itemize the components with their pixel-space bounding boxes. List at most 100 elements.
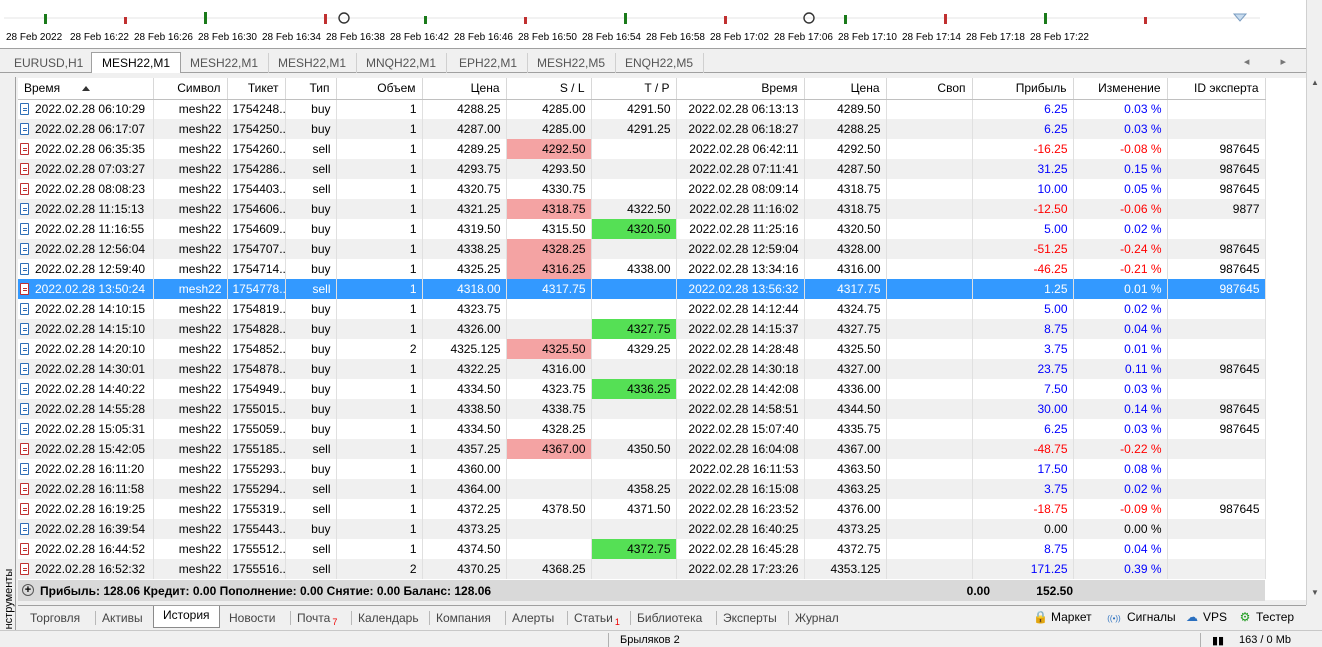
table-row[interactable]: 2022.02.28 14:30:01 mesh22 1754878... buy 1 4… (18, 359, 1266, 379)
chart-tab[interactable]: ENQH22,M5 (615, 53, 705, 73)
table-row[interactable]: 2022.02.28 16:11:58 mesh22 1755294... sell 1… (18, 479, 1266, 499)
expand-summary-icon[interactable]: + (22, 584, 34, 596)
cell-ticket: 1755443... (227, 519, 286, 539)
toolbox-tab[interactable]: Компания (436, 608, 491, 630)
tool-button[interactable]: 🔒 Маркет (1033, 610, 1092, 624)
cell-tp: 4336.25 (591, 379, 677, 399)
vertical-scrollbar[interactable]: ▲ ▼ (1306, 0, 1322, 605)
column-header[interactable]: ID эксперта (1167, 78, 1266, 100)
toolbox-tab[interactable]: История (153, 606, 220, 628)
table-row[interactable]: 2022.02.28 16:11:20 mesh22 1755293... buy 1 4… (18, 459, 1266, 479)
chart-tab[interactable]: MESH22,M5 (527, 53, 617, 73)
column-header[interactable]: Время (676, 78, 805, 100)
cell-open-time: 2022.02.28 12:59:40 (18, 259, 154, 279)
time-axis-label: 28 Feb 17:02 (710, 32, 769, 43)
tab-separator (505, 611, 506, 625)
chart-tab[interactable]: MESH22,M1 (180, 53, 270, 73)
cell-change: -0.22 % (1073, 439, 1168, 459)
table-row[interactable]: 2022.02.28 16:52:32 mesh22 1755516... sell 2… (18, 559, 1266, 579)
table-row[interactable]: 2022.02.28 06:10:29 mesh22 1754248... buy 1 4… (18, 99, 1266, 119)
table-row[interactable]: 2022.02.28 16:19:25 mesh22 1755319... sell 1… (18, 499, 1266, 519)
cell-symbol: mesh22 (153, 359, 228, 379)
table-row[interactable]: 2022.02.28 14:40:22 mesh22 1754949... buy 1 4… (18, 379, 1266, 399)
cell-swap (886, 359, 973, 379)
cell-close-price: 4353.125 (804, 559, 887, 579)
toolbox-sidebar[interactable]: Инструменты (0, 77, 16, 637)
column-header[interactable]: Цена (422, 78, 507, 100)
toolbox-tab[interactable]: Эксперты (723, 608, 777, 630)
column-header[interactable]: Тип (285, 78, 337, 100)
table-row[interactable]: 2022.02.28 06:35:35 mesh22 1754260... sell 1… (18, 139, 1266, 159)
cell-sl: 4316.00 (506, 359, 592, 379)
cell-profit: 171.25 (972, 559, 1074, 579)
time-axis-label: 28 Feb 16:50 (518, 32, 577, 43)
scroll-up-arrow-icon[interactable]: ▲ (1311, 78, 1319, 87)
column-header[interactable]: T / P (591, 78, 677, 100)
chart-tab[interactable]: EPH22,M1 (449, 53, 529, 73)
toolbox-tab[interactable]: Почта 7 (297, 608, 337, 630)
column-header[interactable]: Изменение (1073, 78, 1168, 100)
table-row[interactable]: 2022.02.28 15:42:05 mesh22 1755185... sell 1… (18, 439, 1266, 459)
column-header[interactable]: Символ (153, 78, 228, 100)
chart-tab-bar: ◂ ▸ EURUSD,H1 MESH22,M1 MESH22,M1 MESH22,M1… (0, 52, 1306, 73)
column-header[interactable]: Своп (886, 78, 973, 100)
column-header-label: Тип (309, 81, 330, 96)
toolbox-tab[interactable]: Активы (102, 608, 143, 630)
toolbox-tab[interactable]: Журнал (795, 608, 839, 630)
column-header[interactable]: Цена (804, 78, 887, 100)
table-row[interactable]: 2022.02.28 11:15:13 mesh22 1754606... buy 1 4… (18, 199, 1266, 219)
toolbox-tab-label: Эксперты (723, 611, 777, 625)
cell-symbol: mesh22 (153, 119, 228, 139)
cell-price: 4288.25 (422, 99, 507, 119)
table-row[interactable]: 2022.02.28 07:03:27 mesh22 1754286... sell 1… (18, 159, 1266, 179)
toolbox-tab-label: Новости (229, 611, 276, 625)
tab-scroll-arrows[interactable]: ◂ ▸ (1244, 55, 1300, 68)
toolbox-tab[interactable]: Календарь (358, 608, 419, 630)
toolbox-tab[interactable]: Статьи 1 (574, 608, 620, 630)
table-row[interactable]: 2022.02.28 11:16:55 mesh22 1754609... buy 1 4… (18, 219, 1266, 239)
table-row[interactable]: 2022.02.28 14:15:10 mesh22 1754828... buy 1 4… (18, 319, 1266, 339)
table-row[interactable]: 2022.02.28 14:20:10 mesh22 1754852... buy 2 4… (18, 339, 1266, 359)
cell-sl: 4338.75 (506, 399, 592, 419)
table-row[interactable]: 2022.02.28 12:59:40 mesh22 1754714... buy 1 4… (18, 259, 1266, 279)
toolbox-tab[interactable]: Торговля (30, 608, 80, 630)
tool-button[interactable]: ☁ VPS (1185, 610, 1227, 624)
buy-deal-icon (20, 263, 29, 275)
cell-swap (886, 299, 973, 319)
table-row[interactable]: 2022.02.28 16:44:52 mesh22 1755512... sell 1… (18, 539, 1266, 559)
cell-ticket: 1755293... (227, 459, 286, 479)
cell-swap (886, 179, 973, 199)
toolbox-tab[interactable]: Библиотека (637, 608, 702, 630)
table-row[interactable]: 2022.02.28 16:39:54 mesh22 1755443... buy 1 4… (18, 519, 1266, 539)
table-row[interactable]: 2022.02.28 15:05:31 mesh22 1755059... buy 1 4… (18, 419, 1266, 439)
cell-swap (886, 219, 973, 239)
summary-row[interactable]: + Прибыль: 128.06 Кредит: 0.00 Пополнени… (18, 580, 1265, 601)
column-header[interactable]: Время (18, 78, 154, 100)
table-row[interactable]: 2022.02.28 14:55:28 mesh22 1755015... buy 1 4… (18, 399, 1266, 419)
chart-tab[interactable]: MNQH22,M1 (356, 53, 448, 73)
column-header[interactable]: Тикет (227, 78, 286, 100)
table-row[interactable]: 2022.02.28 13:50:24 mesh22 1754778... sell 1… (18, 279, 1266, 299)
tool-button[interactable]: ((•)) Сигналы (1105, 610, 1175, 624)
cell-price: 4323.75 (422, 299, 507, 319)
open-time-text: 2022.02.28 16:11:58 (35, 482, 145, 496)
tab-separator (630, 611, 631, 625)
column-header[interactable]: Объем (336, 78, 423, 100)
table-row[interactable]: 2022.02.28 08:08:23 mesh22 1754403... sell 1… (18, 179, 1266, 199)
cell-expert (1167, 559, 1266, 579)
table-row[interactable]: 2022.02.28 14:10:15 mesh22 1754819... buy 1 4… (18, 299, 1266, 319)
toolbox-tab[interactable]: Новости (229, 608, 275, 630)
cell-close-price: 4289.50 (804, 99, 887, 119)
column-header[interactable]: Прибыль (972, 78, 1074, 100)
column-header[interactable]: S / L (506, 78, 592, 100)
tool-button[interactable]: ⚙ Тестер (1238, 610, 1294, 624)
table-row[interactable]: 2022.02.28 06:17:07 mesh22 1754250... buy 1 4… (18, 119, 1266, 139)
scroll-down-arrow-icon[interactable]: ▼ (1311, 588, 1319, 597)
cell-type: sell (285, 139, 337, 159)
chart-tab[interactable]: EURUSD,H1 (4, 53, 95, 73)
toolbox-tab[interactable]: Алерты (512, 608, 554, 630)
chart-tab[interactable]: MESH22,M1 (91, 52, 182, 73)
cell-profit: 5.00 (972, 219, 1074, 239)
chart-tab[interactable]: MESH22,M1 (268, 53, 358, 73)
table-row[interactable]: 2022.02.28 12:56:04 mesh22 1754707... buy 1 4… (18, 239, 1266, 259)
